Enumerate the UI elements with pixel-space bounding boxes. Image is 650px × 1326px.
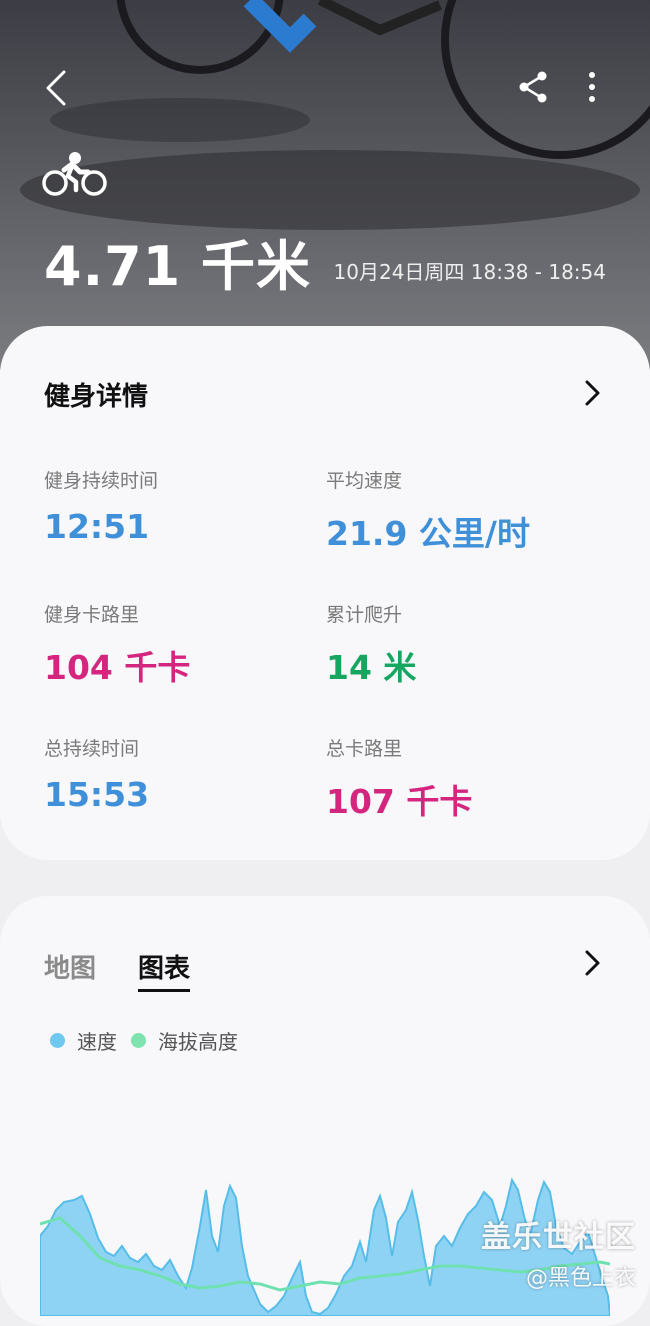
speed-legend-dot: [50, 1033, 65, 1048]
watermark-handle: @黑色上衣: [525, 1266, 636, 1291]
watermark: 盖乐世社区 @黑色上衣: [481, 1212, 636, 1292]
stat-total-calories: 总卡路里 107 千卡: [326, 734, 596, 823]
stat-value: 107 千卡: [326, 782, 473, 821]
stat-label: 健身持续时间: [44, 470, 159, 492]
stat-elevation-gain: 累计爬升 14 米: [326, 600, 596, 689]
distance-value: 4.71 千米: [44, 235, 312, 298]
legend-item-altitude: 海拔高度: [131, 1026, 238, 1055]
stat-value: 14 米: [326, 648, 417, 687]
stat-value: 104 千卡: [44, 648, 191, 687]
stat-total-duration: 总持续时间 15:53: [44, 734, 314, 814]
stat-value: 12:51: [44, 507, 150, 546]
more-options-button[interactable]: [574, 66, 610, 108]
altitude-legend-dot: [131, 1033, 146, 1048]
watermark-title: 盖乐世社区: [481, 1220, 636, 1255]
more-vertical-icon: [589, 72, 595, 102]
back-arrow-icon: [46, 70, 66, 106]
workout-date-range: 10月24日周四 18:38 - 18:54: [333, 260, 606, 284]
stat-label: 平均速度: [326, 470, 403, 492]
stat-workout-calories: 健身卡路里 104 千卡: [44, 600, 314, 689]
stat-workout-duration: 健身持续时间 12:51: [44, 466, 314, 546]
stat-average-speed: 平均速度 21.9 公里/时: [326, 466, 596, 555]
stat-value: 15:53: [44, 775, 150, 814]
legend-label: 速度: [77, 1030, 117, 1054]
stat-label: 累计爬升: [326, 604, 403, 626]
legend-label: 海拔高度: [158, 1030, 238, 1054]
share-icon: [519, 71, 547, 103]
workout-details-title: 健身详情: [44, 382, 149, 412]
cycling-icon: [42, 152, 107, 196]
chevron-right-icon[interactable]: [580, 378, 604, 408]
chart-legend: 速度 海拔高度: [50, 1026, 252, 1055]
stat-label: 总持续时间: [44, 738, 140, 760]
stat-label: 健身卡路里: [44, 604, 140, 626]
stat-label: 总卡路里: [326, 738, 403, 760]
stat-value: 21.9 公里/时: [326, 514, 530, 553]
share-button[interactable]: [512, 66, 554, 108]
hero-banner: 4.71 千米 10月24日周四 18:38 - 18:54: [0, 0, 650, 370]
workout-details-card: 健身详情 健身持续时间 12:51 平均速度 21.9 公里/时 健身卡路里 1…: [0, 326, 650, 860]
chevron-right-icon[interactable]: [580, 948, 604, 978]
back-button[interactable]: [36, 64, 76, 112]
tab-chart[interactable]: 图表: [138, 948, 191, 992]
legend-item-speed: 速度: [50, 1026, 117, 1055]
tab-map[interactable]: 地图: [44, 948, 96, 985]
